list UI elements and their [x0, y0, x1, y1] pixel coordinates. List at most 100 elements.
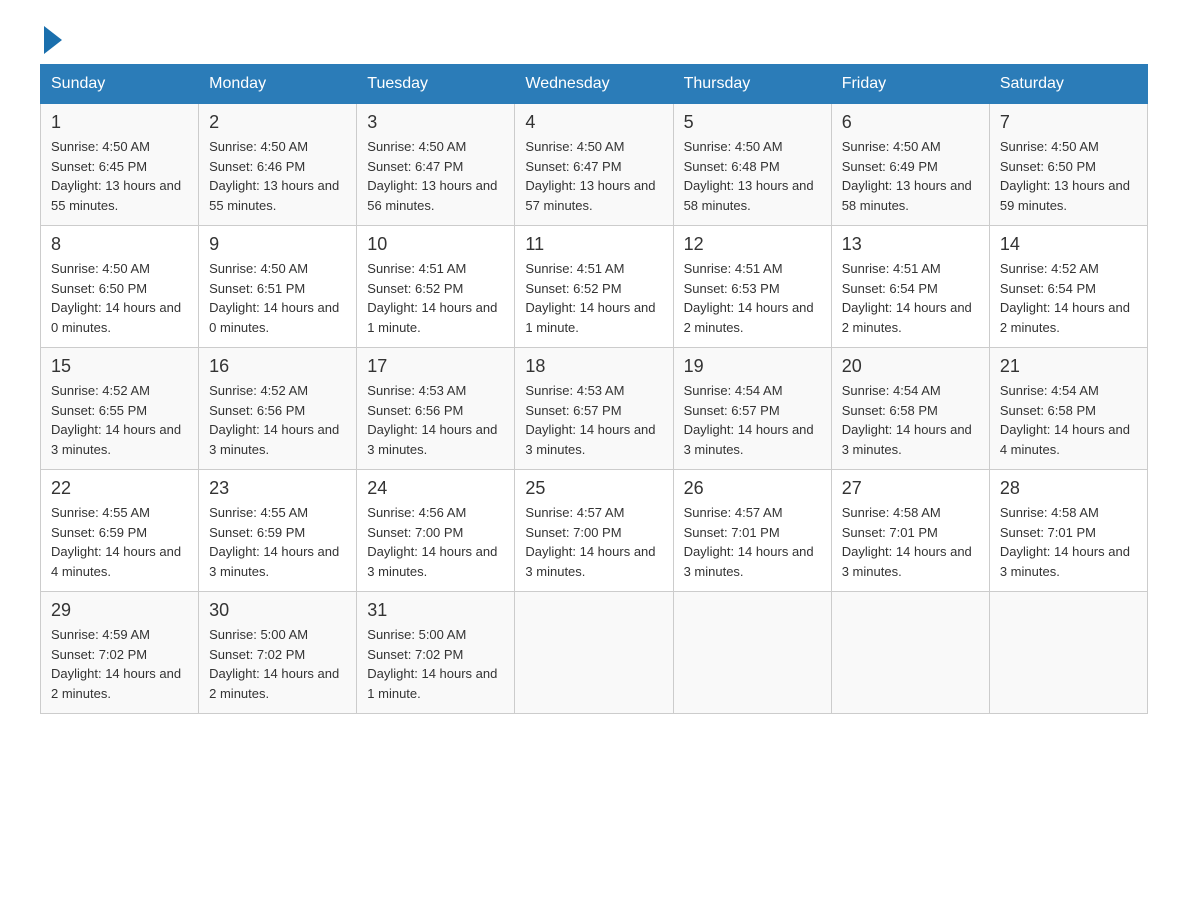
day-number: 30: [209, 600, 346, 621]
day-number: 22: [51, 478, 188, 499]
calendar-day-cell: 5 Sunrise: 4:50 AMSunset: 6:48 PMDayligh…: [673, 104, 831, 226]
weekday-header-row: SundayMondayTuesdayWednesdayThursdayFrid…: [41, 65, 1148, 104]
day-info: Sunrise: 4:50 AMSunset: 6:48 PMDaylight:…: [684, 139, 814, 213]
day-number: 28: [1000, 478, 1137, 499]
day-number: 14: [1000, 234, 1137, 255]
calendar-day-cell: 21 Sunrise: 4:54 AMSunset: 6:58 PMDaylig…: [989, 348, 1147, 470]
day-info: Sunrise: 4:54 AMSunset: 6:58 PMDaylight:…: [1000, 383, 1130, 457]
day-number: 6: [842, 112, 979, 133]
day-info: Sunrise: 4:53 AMSunset: 6:57 PMDaylight:…: [525, 383, 655, 457]
day-number: 20: [842, 356, 979, 377]
calendar-day-cell: 3 Sunrise: 4:50 AMSunset: 6:47 PMDayligh…: [357, 104, 515, 226]
calendar-day-cell: 20 Sunrise: 4:54 AMSunset: 6:58 PMDaylig…: [831, 348, 989, 470]
day-info: Sunrise: 4:50 AMSunset: 6:45 PMDaylight:…: [51, 139, 181, 213]
weekday-header-monday: Monday: [199, 65, 357, 104]
day-info: Sunrise: 4:50 AMSunset: 6:50 PMDaylight:…: [1000, 139, 1130, 213]
day-info: Sunrise: 4:51 AMSunset: 6:53 PMDaylight:…: [684, 261, 814, 335]
calendar-day-cell: 12 Sunrise: 4:51 AMSunset: 6:53 PMDaylig…: [673, 226, 831, 348]
calendar-day-cell: 16 Sunrise: 4:52 AMSunset: 6:56 PMDaylig…: [199, 348, 357, 470]
day-number: 26: [684, 478, 821, 499]
day-info: Sunrise: 4:50 AMSunset: 6:47 PMDaylight:…: [525, 139, 655, 213]
day-info: Sunrise: 4:51 AMSunset: 6:54 PMDaylight:…: [842, 261, 972, 335]
day-info: Sunrise: 4:52 AMSunset: 6:55 PMDaylight:…: [51, 383, 181, 457]
calendar-week-row: 8 Sunrise: 4:50 AMSunset: 6:50 PMDayligh…: [41, 226, 1148, 348]
day-info: Sunrise: 5:00 AMSunset: 7:02 PMDaylight:…: [367, 627, 497, 701]
calendar-day-cell: 13 Sunrise: 4:51 AMSunset: 6:54 PMDaylig…: [831, 226, 989, 348]
calendar-day-cell: 17 Sunrise: 4:53 AMSunset: 6:56 PMDaylig…: [357, 348, 515, 470]
day-number: 5: [684, 112, 821, 133]
day-number: 4: [525, 112, 662, 133]
calendar-day-cell: 31 Sunrise: 5:00 AMSunset: 7:02 PMDaylig…: [357, 592, 515, 714]
day-number: 7: [1000, 112, 1137, 133]
day-number: 12: [684, 234, 821, 255]
calendar-day-cell: 15 Sunrise: 4:52 AMSunset: 6:55 PMDaylig…: [41, 348, 199, 470]
day-number: 29: [51, 600, 188, 621]
calendar-day-cell: 28 Sunrise: 4:58 AMSunset: 7:01 PMDaylig…: [989, 470, 1147, 592]
day-info: Sunrise: 4:54 AMSunset: 6:58 PMDaylight:…: [842, 383, 972, 457]
weekday-header-wednesday: Wednesday: [515, 65, 673, 104]
calendar-day-cell: 22 Sunrise: 4:55 AMSunset: 6:59 PMDaylig…: [41, 470, 199, 592]
day-number: 2: [209, 112, 346, 133]
calendar-day-cell: 23 Sunrise: 4:55 AMSunset: 6:59 PMDaylig…: [199, 470, 357, 592]
day-info: Sunrise: 4:50 AMSunset: 6:51 PMDaylight:…: [209, 261, 339, 335]
weekday-header-saturday: Saturday: [989, 65, 1147, 104]
calendar-day-cell: 4 Sunrise: 4:50 AMSunset: 6:47 PMDayligh…: [515, 104, 673, 226]
calendar-day-cell: [515, 592, 673, 714]
day-number: 10: [367, 234, 504, 255]
day-number: 21: [1000, 356, 1137, 377]
day-info: Sunrise: 4:57 AMSunset: 7:01 PMDaylight:…: [684, 505, 814, 579]
calendar-day-cell: 11 Sunrise: 4:51 AMSunset: 6:52 PMDaylig…: [515, 226, 673, 348]
day-info: Sunrise: 4:59 AMSunset: 7:02 PMDaylight:…: [51, 627, 181, 701]
day-info: Sunrise: 4:53 AMSunset: 6:56 PMDaylight:…: [367, 383, 497, 457]
day-info: Sunrise: 4:50 AMSunset: 6:46 PMDaylight:…: [209, 139, 339, 213]
weekday-header-thursday: Thursday: [673, 65, 831, 104]
calendar-day-cell: 9 Sunrise: 4:50 AMSunset: 6:51 PMDayligh…: [199, 226, 357, 348]
day-number: 1: [51, 112, 188, 133]
calendar-day-cell: 26 Sunrise: 4:57 AMSunset: 7:01 PMDaylig…: [673, 470, 831, 592]
calendar-day-cell: 19 Sunrise: 4:54 AMSunset: 6:57 PMDaylig…: [673, 348, 831, 470]
calendar-day-cell: 27 Sunrise: 4:58 AMSunset: 7:01 PMDaylig…: [831, 470, 989, 592]
day-number: 16: [209, 356, 346, 377]
page-header: [40, 30, 1148, 54]
day-info: Sunrise: 4:51 AMSunset: 6:52 PMDaylight:…: [525, 261, 655, 335]
day-number: 13: [842, 234, 979, 255]
calendar-day-cell: 14 Sunrise: 4:52 AMSunset: 6:54 PMDaylig…: [989, 226, 1147, 348]
day-number: 17: [367, 356, 504, 377]
weekday-header-friday: Friday: [831, 65, 989, 104]
day-info: Sunrise: 4:50 AMSunset: 6:50 PMDaylight:…: [51, 261, 181, 335]
calendar-day-cell: [831, 592, 989, 714]
day-number: 8: [51, 234, 188, 255]
calendar-day-cell: 6 Sunrise: 4:50 AMSunset: 6:49 PMDayligh…: [831, 104, 989, 226]
day-info: Sunrise: 5:00 AMSunset: 7:02 PMDaylight:…: [209, 627, 339, 701]
calendar-day-cell: 30 Sunrise: 5:00 AMSunset: 7:02 PMDaylig…: [199, 592, 357, 714]
day-info: Sunrise: 4:55 AMSunset: 6:59 PMDaylight:…: [51, 505, 181, 579]
calendar-table: SundayMondayTuesdayWednesdayThursdayFrid…: [40, 64, 1148, 714]
day-info: Sunrise: 4:54 AMSunset: 6:57 PMDaylight:…: [684, 383, 814, 457]
calendar-day-cell: 29 Sunrise: 4:59 AMSunset: 7:02 PMDaylig…: [41, 592, 199, 714]
day-info: Sunrise: 4:50 AMSunset: 6:47 PMDaylight:…: [367, 139, 497, 213]
day-info: Sunrise: 4:57 AMSunset: 7:00 PMDaylight:…: [525, 505, 655, 579]
weekday-header-tuesday: Tuesday: [357, 65, 515, 104]
day-info: Sunrise: 4:52 AMSunset: 6:54 PMDaylight:…: [1000, 261, 1130, 335]
calendar-day-cell: 8 Sunrise: 4:50 AMSunset: 6:50 PMDayligh…: [41, 226, 199, 348]
day-info: Sunrise: 4:56 AMSunset: 7:00 PMDaylight:…: [367, 505, 497, 579]
day-info: Sunrise: 4:50 AMSunset: 6:49 PMDaylight:…: [842, 139, 972, 213]
day-number: 15: [51, 356, 188, 377]
logo-arrow-icon: [44, 26, 62, 54]
day-number: 27: [842, 478, 979, 499]
calendar-day-cell: 1 Sunrise: 4:50 AMSunset: 6:45 PMDayligh…: [41, 104, 199, 226]
day-info: Sunrise: 4:52 AMSunset: 6:56 PMDaylight:…: [209, 383, 339, 457]
weekday-header-sunday: Sunday: [41, 65, 199, 104]
day-number: 31: [367, 600, 504, 621]
calendar-week-row: 29 Sunrise: 4:59 AMSunset: 7:02 PMDaylig…: [41, 592, 1148, 714]
calendar-week-row: 1 Sunrise: 4:50 AMSunset: 6:45 PMDayligh…: [41, 104, 1148, 226]
calendar-week-row: 15 Sunrise: 4:52 AMSunset: 6:55 PMDaylig…: [41, 348, 1148, 470]
day-number: 18: [525, 356, 662, 377]
calendar-day-cell: 2 Sunrise: 4:50 AMSunset: 6:46 PMDayligh…: [199, 104, 357, 226]
day-number: 19: [684, 356, 821, 377]
day-info: Sunrise: 4:58 AMSunset: 7:01 PMDaylight:…: [842, 505, 972, 579]
day-info: Sunrise: 4:51 AMSunset: 6:52 PMDaylight:…: [367, 261, 497, 335]
day-info: Sunrise: 4:55 AMSunset: 6:59 PMDaylight:…: [209, 505, 339, 579]
calendar-day-cell: 25 Sunrise: 4:57 AMSunset: 7:00 PMDaylig…: [515, 470, 673, 592]
day-info: Sunrise: 4:58 AMSunset: 7:01 PMDaylight:…: [1000, 505, 1130, 579]
